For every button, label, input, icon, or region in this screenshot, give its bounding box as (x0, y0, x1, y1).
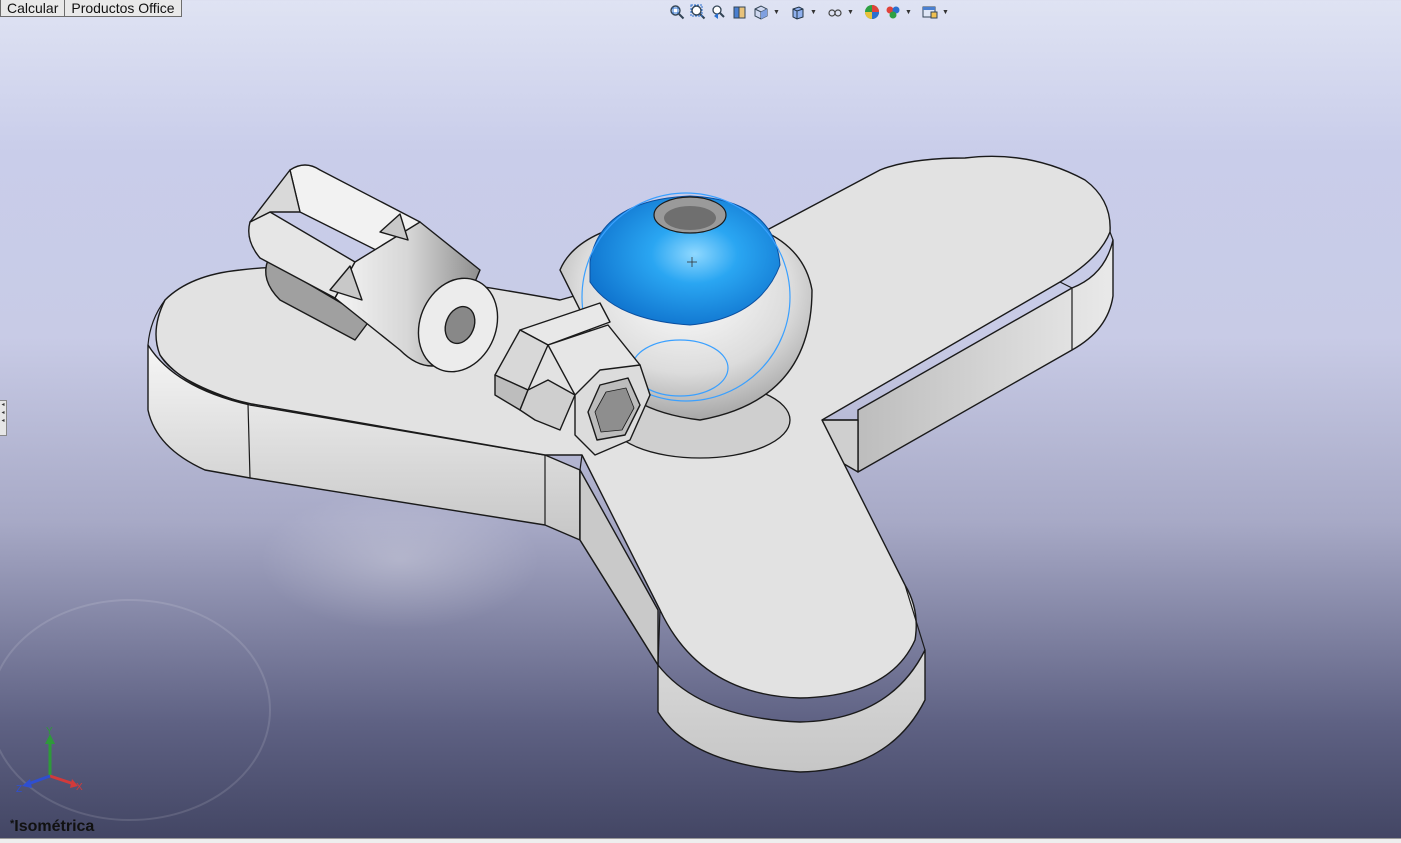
graphics-area[interactable] (0, 0, 1401, 838)
x-axis-icon (49, 774, 75, 786)
x-axis-label: X (76, 782, 83, 793)
view-orientation-label: *Isométrica (10, 818, 94, 836)
z-axis-icon (27, 774, 51, 786)
bottom-tab-bar (0, 838, 1401, 843)
coordinate-triad: Y X Z (16, 726, 83, 795)
z-axis-label: Z (16, 784, 22, 795)
view-name: Isométrica (14, 818, 95, 835)
y-axis-label: Y (46, 726, 53, 737)
